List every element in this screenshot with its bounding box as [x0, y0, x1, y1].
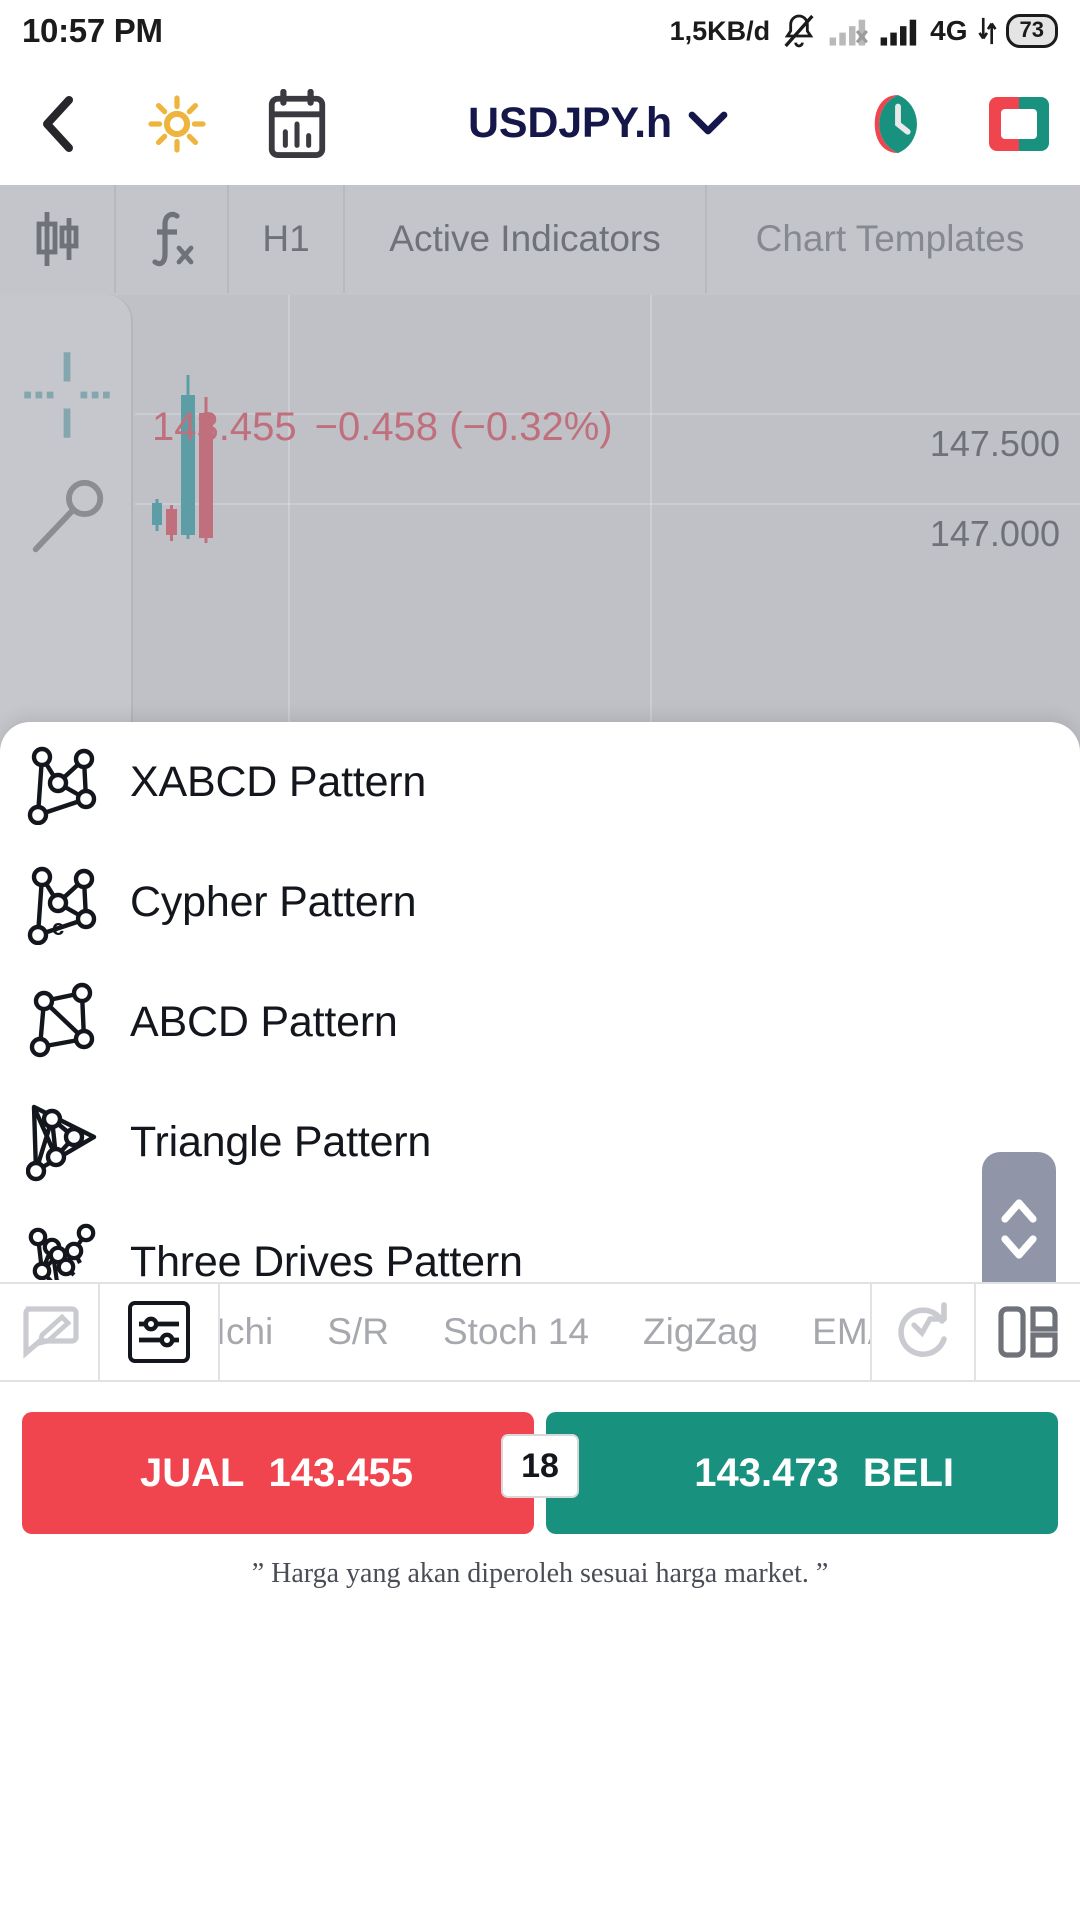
price-change-abs-label: −0.458: [314, 405, 439, 449]
timeframe-button[interactable]: H1: [229, 185, 345, 293]
data-rate-label: 1,5KB/d: [669, 15, 771, 46]
sell-button[interactable]: JUAL 143.455: [22, 1412, 534, 1534]
calendar-button[interactable]: [236, 62, 358, 185]
rotate-screen-icon: [989, 96, 1049, 151]
price-change-pct-label: (−0.32%): [449, 405, 613, 449]
list-item[interactable]: c Cypher Pattern: [0, 842, 1080, 962]
measure-tool-icon: [32, 479, 104, 553]
split-layout-icon: [998, 1306, 1058, 1358]
network-type-label: 4G: [930, 15, 968, 46]
symbol-label: USDJPY.h: [468, 99, 672, 147]
signal-no-sim-icon: [829, 19, 869, 46]
brightness-button[interactable]: [118, 62, 236, 185]
sell-label: JUAL: [140, 1450, 245, 1495]
indicator-chip[interactable]: ZigZag: [616, 1311, 785, 1353]
chart-type-button[interactable]: [0, 185, 116, 293]
price-axis-label: 147.500: [929, 423, 1060, 464]
list-item-label: XABCD Pattern: [130, 757, 427, 806]
scroll-up-down-icon: [1001, 1199, 1037, 1259]
list-item-label: Triangle Pattern: [130, 1117, 432, 1166]
three-drives-pattern-icon: [26, 1219, 104, 1280]
indicator-chip-strip[interactable]: Ichi S/R Stoch 14 ZigZag EMA: [220, 1284, 872, 1380]
pen-annotate-icon: [23, 1306, 79, 1359]
timeframe-label: H1: [262, 218, 310, 259]
list-item-label: Three Drives Pattern: [130, 1237, 523, 1281]
list-item-label: ABCD Pattern: [130, 997, 398, 1046]
indicator-chip[interactable]: EMA: [785, 1311, 870, 1353]
fx-icon: [151, 211, 193, 267]
cypher-pattern-icon: c: [26, 859, 104, 945]
page-bottom-filler: [0, 1600, 1080, 1920]
chart-templates-label: Chart Templates: [755, 218, 1025, 259]
active-indicators-button[interactable]: Active Indicators: [345, 185, 707, 293]
market-clock-icon: [874, 94, 917, 153]
last-price-label: 143.455: [152, 405, 297, 449]
trade-buttons-row: JUAL 143.455 143.473 BELI 18: [0, 1412, 1080, 1534]
chart-templates-button[interactable]: Chart Templates: [707, 185, 1073, 293]
app-screen: 10:57 PM 1,5KB/d 4G 73 USDJPY.h H1 Activ…: [0, 0, 1080, 1920]
buy-price: 143.473: [694, 1450, 839, 1495]
list-item-label: Cypher Pattern: [130, 877, 417, 926]
drawing-tools-icon: [128, 1301, 190, 1363]
mute-bell-icon: [784, 14, 814, 48]
calendar-chart-icon: [268, 88, 326, 158]
status-bar: 10:57 PM 1,5KB/d 4G 73: [0, 0, 1080, 62]
xabcd-pattern-icon: [26, 739, 104, 825]
battery-indicator: 73: [1005, 14, 1058, 48]
drawing-tools-button[interactable]: [100, 1284, 220, 1380]
drawing-tools-sheet: XABCD Pattern c Cypher Pattern ABCD Patt…: [0, 722, 1080, 1280]
back-chevron-icon: [43, 95, 73, 152]
list-item[interactable]: ABCD Pattern: [0, 962, 1080, 1082]
signal-bars-icon: [880, 19, 917, 46]
chart-toolbar: H1 Active Indicators Chart Templates: [0, 185, 1080, 293]
pen-annotate-button[interactable]: [0, 1284, 100, 1380]
market-clock-button[interactable]: [838, 62, 958, 185]
back-button[interactable]: [0, 62, 118, 185]
refresh-icon: [898, 1302, 947, 1357]
indicator-chip[interactable]: S/R: [300, 1311, 416, 1353]
split-layout-button[interactable]: [976, 1284, 1080, 1380]
chevron-down-icon: [688, 111, 728, 134]
abcd-pattern-icon: [26, 979, 104, 1065]
status-time: 10:57 PM: [22, 12, 163, 49]
sun-icon: [148, 94, 206, 153]
market-price-disclaimer: ” Harga yang akan diperoleh sesuai harga…: [251, 1558, 829, 1589]
list-item[interactable]: Three Drives Pattern: [0, 1202, 1080, 1280]
list-item[interactable]: XABCD Pattern: [0, 722, 1080, 842]
triangle-pattern-icon: [26, 1099, 104, 1185]
status-icons: 1,5KB/d 4G 73: [670, 11, 1058, 51]
candlestick-icon: [36, 212, 79, 266]
drawing-tools-list[interactable]: XABCD Pattern c Cypher Pattern ABCD Patt…: [0, 722, 1080, 1280]
gridline-horizontal: [135, 503, 1080, 505]
list-item[interactable]: Triangle Pattern: [0, 1082, 1080, 1202]
app-bar: USDJPY.h: [0, 62, 1080, 185]
data-arrows-icon: [977, 17, 997, 45]
rotate-screen-button[interactable]: [958, 62, 1080, 185]
symbol-selector[interactable]: USDJPY.h: [358, 62, 838, 185]
bottom-toolbar: Ichi S/R Stoch 14 ZigZag EMA: [0, 1282, 1080, 1382]
buy-button[interactable]: 143.473 BELI: [546, 1412, 1058, 1534]
svg-text:c: c: [52, 915, 64, 940]
chart-area: H1 Active Indicators Chart Templates 143…: [0, 185, 1080, 1280]
price-axis-label: 147.000: [929, 513, 1060, 554]
sell-price: 143.455: [268, 1450, 414, 1495]
indicator-button[interactable]: [116, 185, 229, 293]
spread-badge: 18: [501, 1434, 579, 1498]
candlestick-series: [144, 373, 264, 553]
crosshair-icon: [24, 352, 110, 438]
price-quote-overlay: 143.455 −0.458 (−0.32%): [152, 405, 613, 450]
indicator-chip[interactable]: Stoch 14: [416, 1311, 616, 1353]
buy-label: BELI: [862, 1450, 954, 1495]
refresh-button[interactable]: [872, 1284, 976, 1380]
active-indicators-label: Active Indicators: [389, 218, 661, 259]
indicator-chip[interactable]: Ichi: [220, 1311, 300, 1353]
